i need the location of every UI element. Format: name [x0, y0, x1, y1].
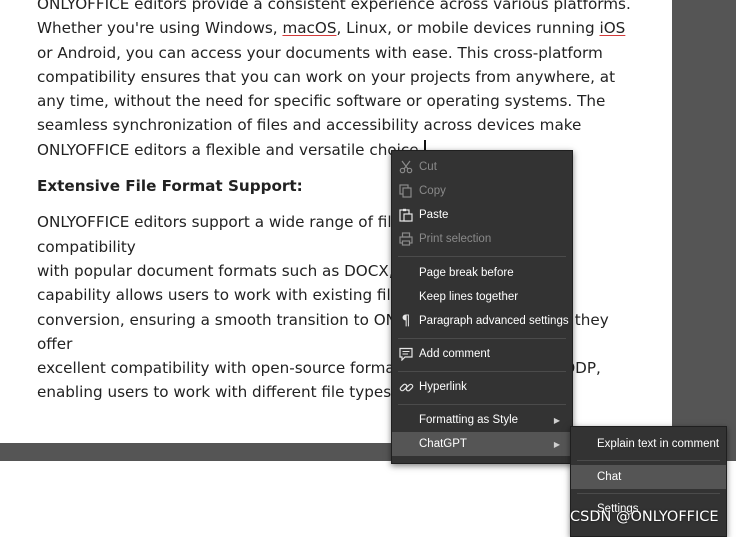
comment-icon: [398, 346, 414, 362]
print-icon: [398, 231, 414, 247]
menu-item-keep-lines-together[interactable]: Keep lines together: [392, 285, 572, 309]
menu-item-add-comment[interactable]: Add comment: [392, 342, 572, 366]
blank-icon-slot: [398, 412, 414, 428]
menu-separator: [577, 493, 720, 494]
menu-item-paragraph-advanced-settings[interactable]: ¶ Paragraph advanced settings: [392, 309, 572, 333]
copy-icon: [398, 183, 414, 199]
menu-item-print-selection[interactable]: Print selection: [392, 227, 572, 251]
menu-item-label: Copy: [419, 185, 446, 197]
menu-item-label: ChatGPT: [419, 438, 467, 450]
menu-item-label: Paste: [419, 209, 449, 221]
submenu-arrow-icon: ▶: [553, 439, 560, 449]
menu-item-copy[interactable]: Copy: [392, 179, 572, 203]
menu-item-label: Paragraph advanced settings: [419, 315, 569, 327]
menu-item-formatting-as-style[interactable]: Formatting as Style ▶: [392, 408, 572, 432]
link-icon: [398, 379, 414, 395]
menu-separator: [398, 256, 566, 257]
menu-item-label: Page break before: [419, 267, 514, 279]
misspelled-word[interactable]: macOS: [282, 19, 336, 37]
menu-item-hyperlink[interactable]: Hyperlink: [392, 375, 572, 399]
menu-item-label: Hyperlink: [419, 381, 467, 393]
paragraph-platforms[interactable]: ONLYOFFICE editors provide a consistent …: [37, 0, 637, 162]
menu-item-label: Print selection: [419, 233, 492, 245]
menu-separator: [398, 404, 566, 405]
pilcrow-icon: ¶: [401, 313, 411, 329]
menu-item-cut[interactable]: Cut: [392, 155, 572, 179]
menu-separator: [398, 371, 566, 372]
menu-item-label: Add comment: [419, 348, 490, 360]
menu-separator: [398, 338, 566, 339]
menu-item-paste[interactable]: Paste: [392, 203, 572, 227]
watermark: CSDN @ONLYOFFICE: [570, 509, 719, 525]
paste-icon: [398, 207, 414, 223]
misspelled-word[interactable]: iOS: [600, 19, 626, 37]
scissors-icon: [398, 159, 414, 175]
submenu-arrow-icon: ▶: [553, 415, 560, 425]
blank-icon-slot: [398, 289, 414, 305]
menu-item-label: Keep lines together: [419, 291, 519, 303]
context-menu: Cut Copy Paste Print selection Page brea…: [391, 150, 573, 464]
blank-icon-slot: [398, 265, 414, 281]
menu-item-label: Cut: [419, 161, 437, 173]
text-run: or Android, you can access your document…: [37, 43, 616, 159]
submenu-item-chat[interactable]: Chat: [571, 465, 726, 489]
menu-item-page-break-before[interactable]: Page break before: [392, 261, 572, 285]
text-run: , Linux, or mobile devices running: [336, 19, 600, 38]
blank-icon-slot: [398, 436, 414, 452]
submenu-item-explain-text[interactable]: Explain text in comment: [571, 432, 726, 456]
menu-separator: [577, 460, 720, 461]
menu-item-chatgpt[interactable]: ChatGPT ▶: [392, 432, 572, 456]
menu-item-label: Formatting as Style: [419, 414, 519, 426]
